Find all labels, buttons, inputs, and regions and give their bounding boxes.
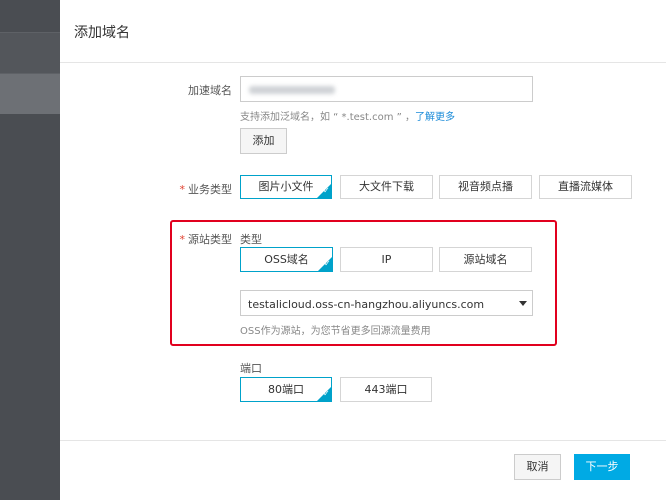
required-mark: * — [179, 183, 186, 196]
biz-option-image-small-file[interactable]: 图片小文件 — [240, 175, 332, 199]
origin-option-oss-domain[interactable]: OSS域名 — [240, 247, 333, 272]
biz-option-video-on-demand[interactable]: 视音频点播 — [439, 175, 532, 199]
dialog-title: 添加域名 — [74, 25, 130, 41]
domain-hint: 支持添加泛域名，如 “ *.test.com ” ，了解更多 — [240, 108, 455, 123]
origin-domain-select[interactable]: testalicloud.oss-cn-hangzhou.aliyuncs.co… — [240, 290, 533, 316]
biz-type-label: * 业务类型 — [170, 181, 233, 197]
next-step-button[interactable]: 下一步 — [574, 454, 630, 480]
port-option-80[interactable]: 80端口 — [240, 377, 332, 402]
cancel-button[interactable]: 取消 — [514, 454, 561, 480]
add-domain-dialog: 添加域名 加速域名 支持添加泛域名，如 “ *.test.com ” ，了解更多… — [60, 0, 666, 500]
learn-more-link[interactable]: 了解更多 — [415, 112, 455, 123]
biz-option-large-file-download[interactable]: 大文件下载 — [340, 175, 433, 199]
origin-domain-select-value: testalicloud.oss-cn-hangzhou.aliyuncs.co… — [248, 298, 485, 311]
redacted-domain-value — [249, 86, 335, 94]
domain-input[interactable] — [240, 76, 533, 102]
console-sidebar — [0, 0, 60, 500]
chevron-down-icon — [519, 301, 527, 306]
biz-option-label: 图片小文件 — [258, 180, 314, 193]
origin-type-label-text: 源站类型 — [188, 233, 232, 246]
required-mark: * — [179, 233, 186, 246]
port-option-label: 80端口 — [268, 383, 304, 396]
biz-option-live-streaming[interactable]: 直播流媒体 — [539, 175, 632, 199]
origin-hint: OSS作为源站，为您节省更多回源流量费用 — [240, 326, 431, 337]
check-icon — [316, 386, 332, 402]
check-icon — [317, 256, 333, 272]
domain-hint-text: 支持添加泛域名，如 “ *.test.com ” ， — [240, 112, 415, 123]
title-divider — [60, 62, 666, 63]
check-icon — [316, 183, 332, 199]
origin-type-label: * 源站类型 — [170, 231, 233, 247]
add-domain-button[interactable]: 添加 — [240, 128, 287, 154]
origin-option-ip[interactable]: IP — [340, 247, 433, 272]
footer-divider — [60, 440, 666, 441]
sidebar-item-active[interactable] — [0, 73, 60, 114]
biz-type-label-text: 业务类型 — [188, 183, 232, 196]
origin-subtype-label: 类型 — [240, 233, 262, 246]
port-option-443[interactable]: 443端口 — [340, 377, 432, 402]
origin-option-origin-domain[interactable]: 源站域名 — [439, 247, 532, 272]
sidebar-item[interactable] — [0, 32, 60, 73]
origin-option-label: OSS域名 — [264, 253, 309, 266]
port-label: 端口 — [240, 362, 262, 375]
domain-label: 加速域名 — [188, 84, 232, 97]
